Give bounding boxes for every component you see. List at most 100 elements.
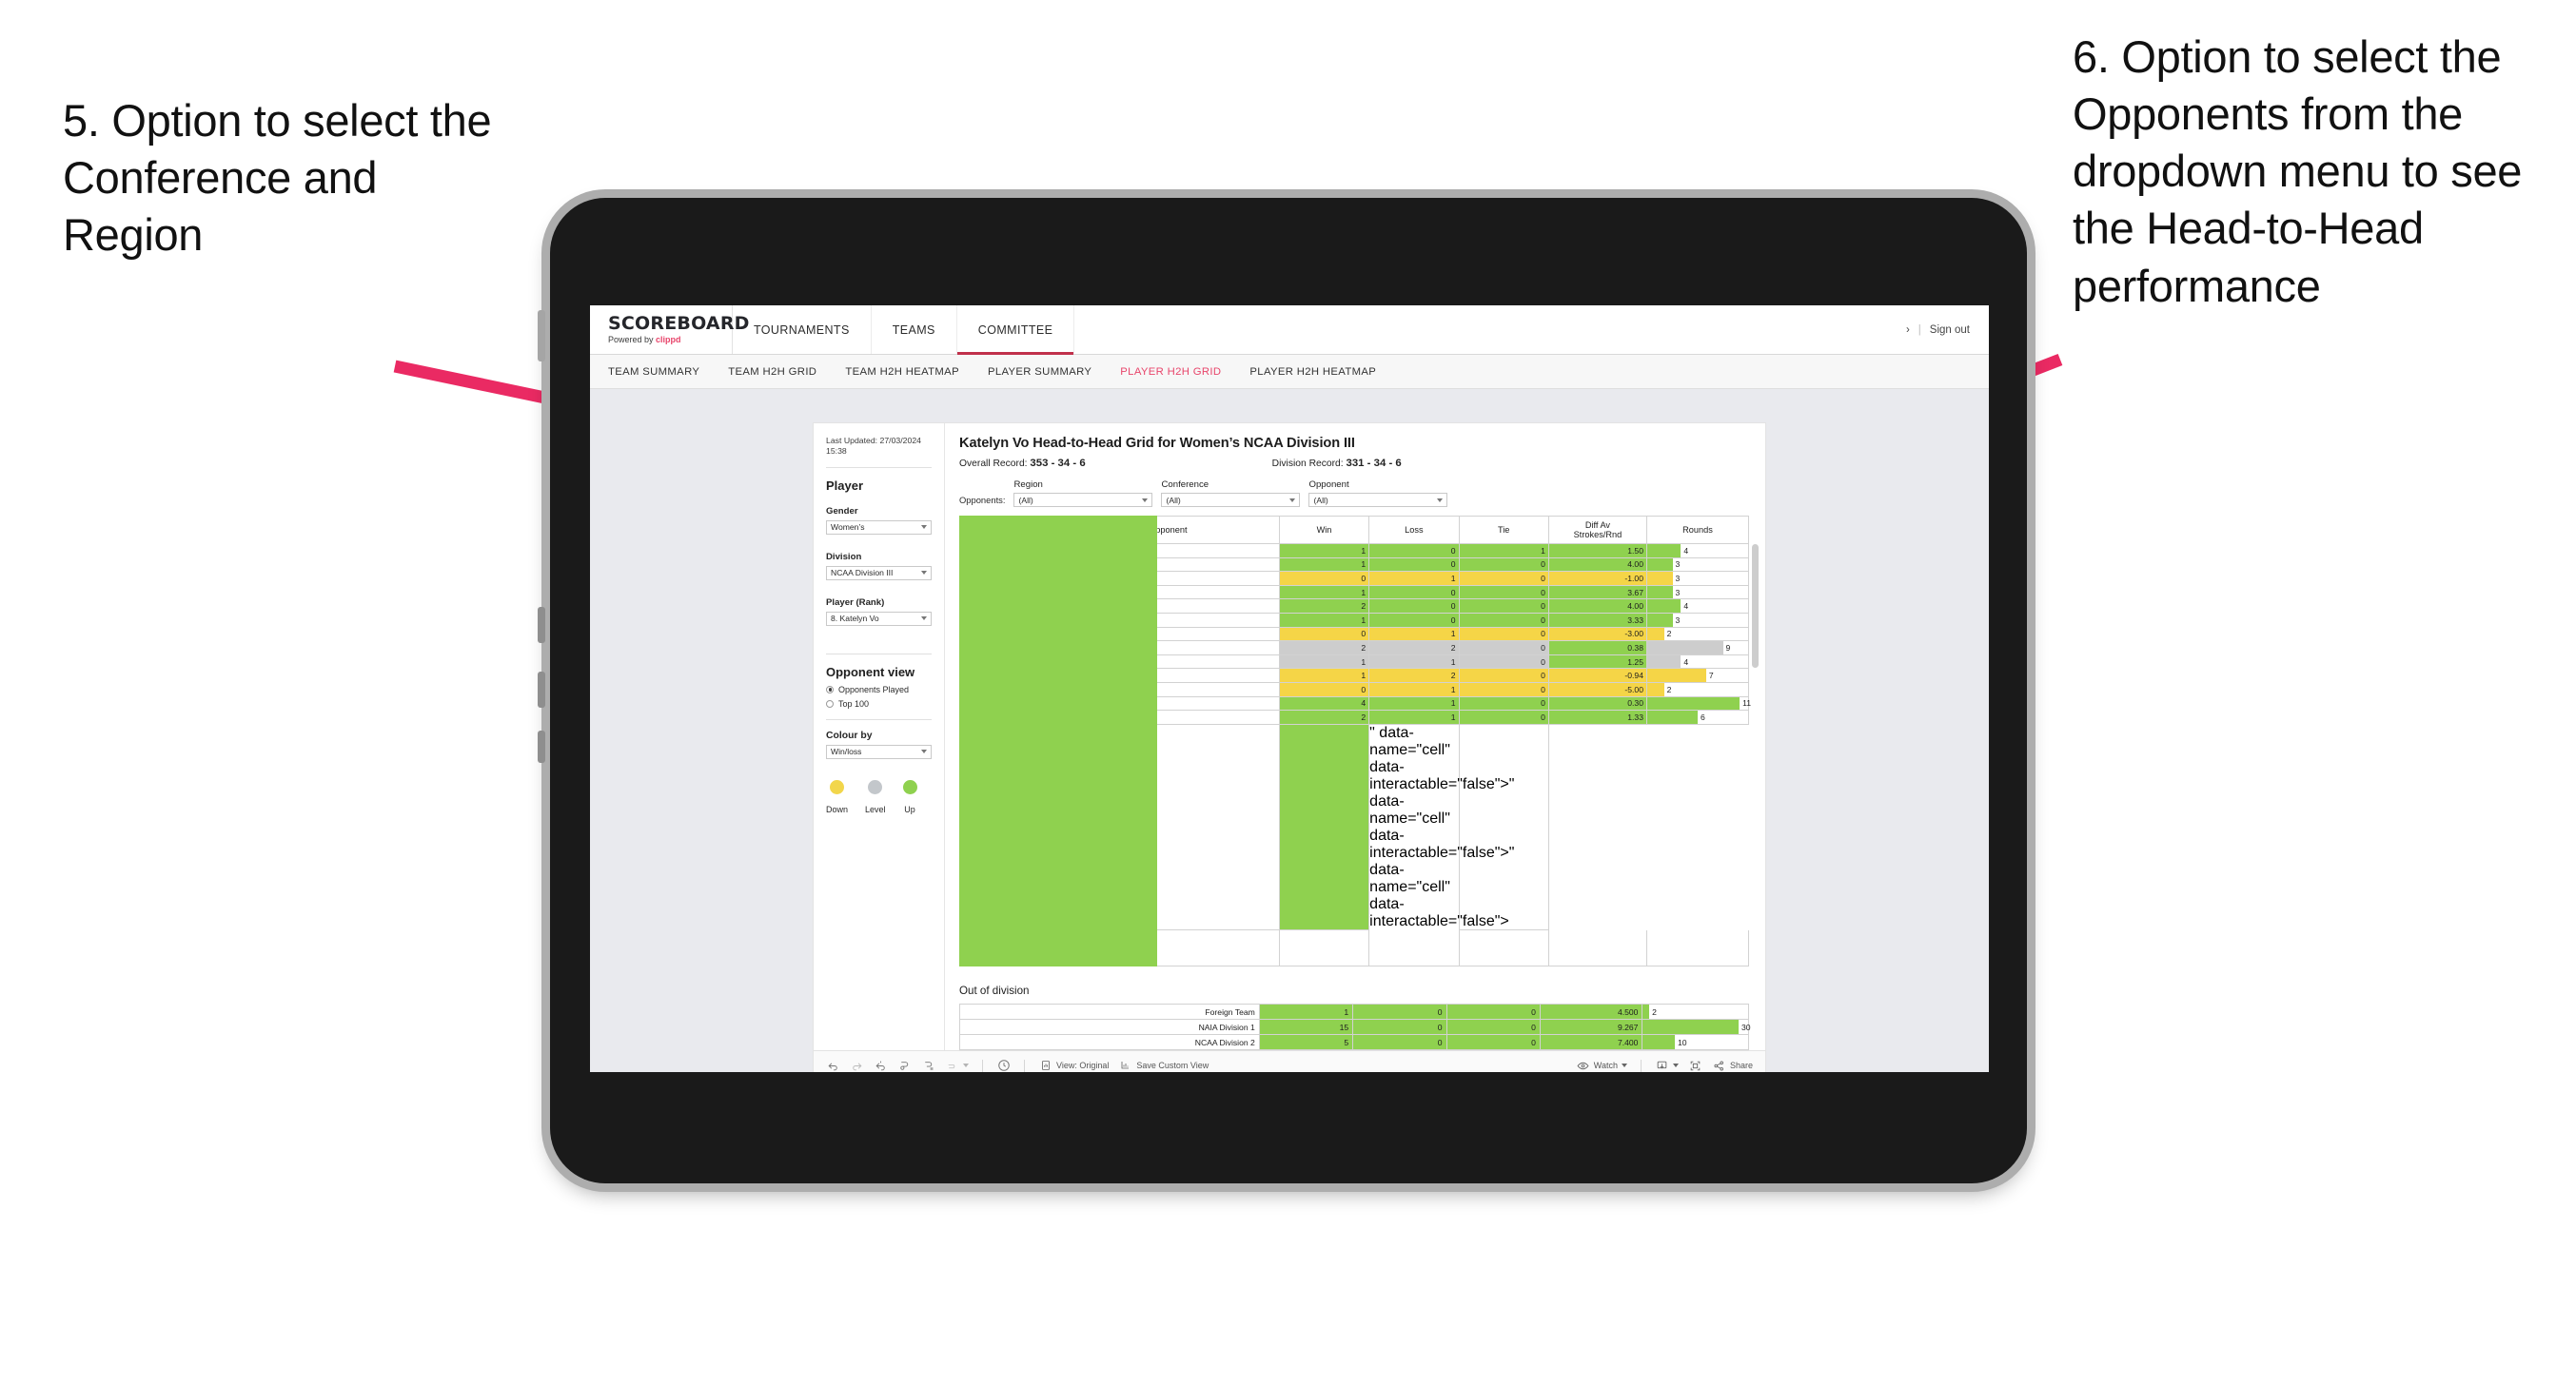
tab-player-h2h-grid[interactable]: PLAYER H2H GRID [1120,366,1221,378]
workbook: Last Updated: 27/03/2024 15:38 Player Ge… [814,423,1765,1072]
table-row-clipped: " data-name="cell" data-interactable="fa… [959,516,1749,967]
download-button[interactable] [1655,1059,1679,1072]
cell-diff: -0.94 [1547,668,1648,683]
cell-win: 2 [1278,640,1370,655]
colour-legend: Down Level Up [814,759,944,814]
table-row[interactable]: NAIA Division 1 15 0 0 9.267 30 [959,1019,1751,1036]
out-of-division-body: Foreign Team 1 0 0 4.500 2 NAIA Division 1 15 0 0… [959,1004,1751,1051]
region-select[interactable]: (All) [1013,493,1153,507]
primary-nav: TOURNAMENTS TEAMS COMMITTEE [733,305,1075,355]
tab-team-h2h-heatmap[interactable]: TEAM H2H HEATMAP [845,366,959,378]
radio-top-100[interactable]: Top 100 [826,699,932,709]
cell-diff: 0.30 [1547,695,1648,712]
cell-win: 1 [1278,654,1370,670]
rounds-value: 2 [1666,684,1672,694]
legend-level: Level [865,779,886,814]
player-rank-value: 8. Katelyn Vo [831,614,879,624]
watch-label: Watch [1593,1061,1618,1071]
nav-teams[interactable]: TEAMS [872,305,957,354]
rounds-bar [1647,544,1681,557]
chevron-down-icon [963,1064,969,1068]
eye-icon [1576,1059,1590,1072]
cell-group-name: NCAA Division 2 [959,1034,1260,1051]
colour-by-select[interactable]: Win/loss [826,744,932,759]
refresh-data-icon [945,1059,959,1072]
tab-player-h2h-heatmap[interactable]: PLAYER H2H HEATMAP [1249,366,1376,378]
refresh-icon[interactable] [897,1059,912,1072]
region-filter: Region (All) [1013,479,1153,507]
legend-down: Down [826,779,848,814]
redo-icon[interactable] [850,1059,864,1072]
conference-select[interactable]: (All) [1161,493,1301,507]
tab-team-summary[interactable]: TEAM SUMMARY [608,366,699,378]
division-record-value: 331 - 34 - 6 [1346,458,1402,469]
col-diff: Diff Av Strokes/Rnd [1547,516,1648,544]
brand-name: SCOREBOARD [608,313,750,334]
cell-tie: 0 [1458,654,1549,670]
division-record: Division Record: 331 - 34 - 6 [1272,458,1402,469]
table-row[interactable]: Foreign Team 1 0 0 4.500 2 [959,1004,1749,1021]
rounds-value: 3 [1675,573,1681,583]
cell-win: 4 [1278,695,1370,712]
gender-select[interactable]: Women’s [826,519,932,535]
cell-win: 0 [1278,571,1370,586]
pause-auto-update-icon[interactable] [996,1059,1011,1072]
chevron-down-icon [1289,498,1296,502]
cell-win: 0 [1278,681,1370,697]
player-rank-label: Player (Rank) [826,596,885,608]
overall-record: Overall Record: 353 - 34 - 6 [959,458,1086,469]
refresh-data-dropdown[interactable] [945,1059,969,1072]
view-original-button[interactable]: View: Original [1038,1059,1109,1072]
rounds-bar [1647,585,1673,599]
chevron-right-icon[interactable]: › [1906,324,1910,336]
cell-diff: -5.00 [1547,681,1648,697]
revert-icon[interactable] [874,1059,888,1072]
chevron-down-icon [921,571,927,576]
cell-group-name: NAIA Division 1 [959,1019,1260,1036]
radio-opponents-played[interactable]: Opponents Played [826,685,932,694]
brand-logo[interactable]: SCOREBOARD Powered by clippd [590,305,750,354]
tab-player-summary[interactable]: PLAYER SUMMARY [988,366,1091,378]
pause-icon[interactable] [921,1059,935,1072]
vertical-scrollbar[interactable] [1752,544,1759,668]
cell-tie: 0 [1445,1034,1541,1051]
rounds-value: 2 [1652,1006,1657,1017]
cell-diff: -3.00 [1547,626,1648,642]
cell-loss: 0 [1368,612,1460,628]
conference-filter: Conference (All) [1161,479,1301,507]
cell-diff: 1.25 [1547,654,1648,670]
workbook-body: Last Updated: 27/03/2024 15:38 Player Ge… [814,423,1765,1051]
cell-loss: 0 [1352,1019,1447,1036]
undo-icon[interactable] [826,1059,840,1072]
legend-up-dot [902,779,917,794]
opponent-select[interactable]: (All) [1308,493,1448,507]
secondary-nav: TEAM SUMMARY TEAM H2H GRID TEAM H2H HEAT… [590,355,1989,389]
table-row[interactable]: NCAA Division 2 5 0 0 7.400 10 [959,1034,1749,1051]
watch-button[interactable]: Watch [1576,1059,1627,1072]
sign-out-link[interactable]: Sign out [1930,324,1970,336]
screenshot-root: 5. Option to select the Conference and R… [0,0,2576,1386]
share-button[interactable]: Share [1712,1059,1753,1072]
col-diff-l1: Diff Av [1584,520,1611,530]
nav-committee[interactable]: COMMITTEE [956,305,1075,355]
tab-team-h2h-grid[interactable]: TEAM H2H GRID [728,366,816,378]
division-select[interactable]: NCAA Division III [826,565,932,580]
cell-rounds: 30 [1642,1019,1751,1036]
cell-win: 2 [1278,710,1370,725]
player-rank-select[interactable]: 8. Katelyn Vo [826,611,932,626]
cell-rounds: 4 [1646,654,1749,670]
save-custom-view-button[interactable]: Save Custom View [1118,1059,1209,1072]
rounds-value: 11 [1742,698,1752,709]
fullscreen-icon[interactable] [1688,1059,1702,1072]
cell-tie: 0 [1458,598,1549,614]
rounds-bar [1647,711,1698,724]
cell-loss: 1 [1368,710,1460,725]
colour-by-label: Colour by [826,730,873,741]
cell-rounds: 2 [1646,626,1749,642]
cell-loss: 0 [1368,584,1460,600]
cell-win: 2 [1278,598,1370,614]
cell-rounds: 4 [1646,598,1749,614]
opponent-label: Opponent [1308,479,1349,490]
nav-tournaments[interactable]: TOURNAMENTS [733,305,872,354]
legend-level-label: Level [865,804,886,814]
